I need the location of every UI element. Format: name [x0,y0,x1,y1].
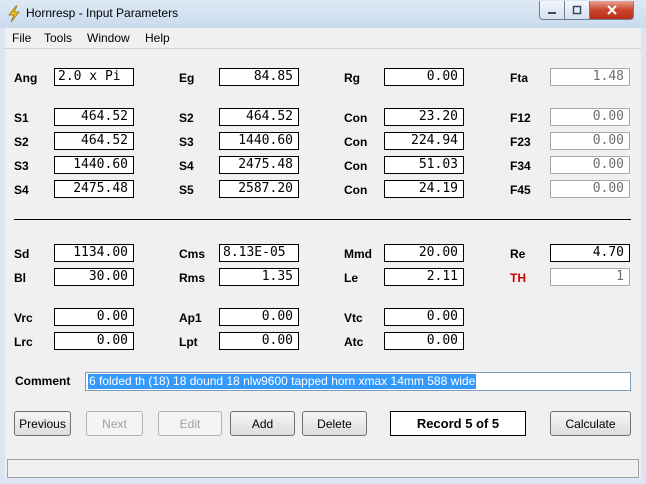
maximize-icon [572,5,582,15]
le-field[interactable]: 2.11 [384,268,464,286]
rms-field[interactable]: 1.35 [219,268,299,286]
atc-field[interactable]: 0.00 [384,332,464,350]
lpt-field[interactable]: 0.00 [219,332,299,350]
ang-field[interactable]: 2.0 x Pi [54,68,134,86]
menu-help[interactable]: Help [145,31,170,45]
bl-field[interactable]: 30.00 [54,268,134,286]
cms-field[interactable]: 8.13E-05 [219,244,299,262]
menu-file[interactable]: File [12,31,31,45]
s2-label: S2 [179,111,194,125]
s2b-field[interactable]: 464.52 [54,132,134,150]
add-button[interactable]: Add [230,411,295,436]
f23-label: F23 [510,135,531,149]
sd-field[interactable]: 1134.00 [54,244,134,262]
con2-field[interactable]: 224.94 [384,132,464,150]
next-button-label: Next [102,416,127,431]
lrc-field[interactable]: 0.00 [54,332,134,350]
mmd-field[interactable]: 20.00 [384,244,464,262]
fta-label: Fta [510,71,528,85]
s4-field[interactable]: 2475.48 [219,156,299,174]
con3-field[interactable]: 51.03 [384,156,464,174]
s4b-field[interactable]: 2475.48 [54,180,134,198]
vrc-field[interactable]: 0.00 [54,308,134,326]
ang-label: Ang [14,71,38,85]
ap1-label: Ap1 [179,311,202,325]
s3-field[interactable]: 1440.60 [219,132,299,150]
comment-text: 6 folded th (18) 18 dound 18 nlw9600 tap… [88,374,477,389]
comment-field[interactable]: 6 folded th (18) 18 dound 18 nlw9600 tap… [85,372,631,391]
maximize-button[interactable] [564,1,590,20]
rms-label: Rms [179,271,206,285]
s3b-label: S3 [14,159,29,173]
ap1-field[interactable]: 0.00 [219,308,299,326]
bl-label: Bl [14,271,26,285]
calculate-button[interactable]: Calculate [550,411,631,436]
f34-label: F34 [510,159,531,173]
delete-button[interactable]: Delete [302,411,367,436]
s2b-label: S2 [14,135,29,149]
rg-field[interactable]: 0.00 [384,68,464,86]
con1-field[interactable]: 23.20 [384,108,464,126]
re-label: Re [510,247,526,261]
lpt-label: Lpt [179,335,198,349]
atc-label: Atc [344,335,364,349]
section-divider [14,219,631,220]
con4-label: Con [344,183,368,197]
lightning-app-icon [8,5,20,23]
edit-button[interactable]: Edit [158,411,222,436]
con2-label: Con [344,135,368,149]
s4-label: S4 [179,159,194,173]
status-bar [7,459,639,478]
delete-button-label: Delete [317,416,352,431]
record-indicator: Record 5 of 5 [390,411,526,436]
lrc-label: Lrc [14,335,33,349]
fta-field: 1.48 [550,68,630,86]
minimize-icon [548,12,556,14]
f23-field: 0.00 [550,132,630,150]
s1-label: S1 [14,111,29,125]
th-field: 1 [550,268,630,286]
s1-field[interactable]: 464.52 [54,108,134,126]
s5-field[interactable]: 2587.20 [219,180,299,198]
next-button[interactable]: Next [86,411,143,436]
th-label: TH [510,271,526,285]
edit-button-label: Edit [179,416,201,431]
f12-field: 0.00 [550,108,630,126]
vtc-label: Vtc [344,311,363,325]
vrc-label: Vrc [14,311,33,325]
le-label: Le [344,271,359,285]
window-title: Hornresp - Input Parameters [26,6,179,20]
con3-label: Con [344,159,368,173]
cms-label: Cms [179,247,206,261]
s2-field[interactable]: 464.52 [219,108,299,126]
re-field[interactable]: 4.70 [550,244,630,262]
f34-field: 0.00 [550,156,630,174]
f45-label: F45 [510,183,531,197]
add-button-label: Add [251,416,274,431]
vtc-field[interactable]: 0.00 [384,308,464,326]
previous-button[interactable]: Previous [14,411,71,436]
f12-label: F12 [510,111,531,125]
s3-label: S3 [179,135,194,149]
close-button[interactable] [589,1,634,20]
calculate-button-label: Calculate [565,416,616,431]
comment-label: Comment [15,374,71,388]
previous-button-label: Previous [19,416,66,431]
rg-label: Rg [344,71,360,85]
close-icon [606,5,617,15]
eg-field[interactable]: 84.85 [219,68,299,86]
sd-label: Sd [14,247,30,261]
minimize-button[interactable] [539,1,565,20]
con1-label: Con [344,111,368,125]
mmd-label: Mmd [344,247,372,261]
s4b-label: S4 [14,183,29,197]
eg-label: Eg [179,71,195,85]
s3b-field[interactable]: 1440.60 [54,156,134,174]
menu-window[interactable]: Window [87,31,130,45]
menu-tools[interactable]: Tools [44,31,72,45]
f45-field: 0.00 [550,180,630,198]
con4-field[interactable]: 24.19 [384,180,464,198]
s5-label: S5 [179,183,194,197]
